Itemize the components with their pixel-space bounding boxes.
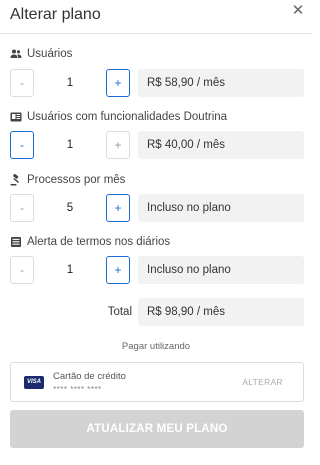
total-value: R$ 98,90 / mês [138, 298, 304, 326]
users-section-label: Usuários [10, 48, 72, 60]
visa-icon: VISA [24, 376, 44, 389]
total-label: Total [107, 306, 132, 318]
users-minus-button[interactable]: - [10, 69, 34, 97]
card-name: Cartão de crédito [53, 371, 126, 382]
alerta-plus-button[interactable]: + [106, 256, 130, 284]
modal-header: Alterar plano ✕ [0, 0, 312, 34]
modal-title: Alterar plano [10, 6, 101, 23]
book-icon [10, 112, 22, 122]
alerta-minus-button[interactable]: - [10, 256, 34, 284]
users-plus-button[interactable]: + [106, 69, 130, 97]
users-price: R$ 58,90 / mês [138, 69, 304, 97]
alerta-label-text: Alerta de termos nos diários [27, 236, 171, 248]
processos-quantity[interactable]: 5 [34, 194, 106, 222]
newspaper-icon [11, 237, 21, 247]
doutrina-quantity-row: - 1 + R$ 40,00 / mês [10, 131, 304, 159]
doutrina-minus-button[interactable]: - [10, 131, 34, 159]
card-number: **** **** **** [53, 384, 102, 394]
processos-section-label: Processos por mês [10, 174, 125, 186]
doutrina-price: R$ 40,00 / mês [138, 131, 304, 159]
update-plan-button[interactable]: ATUALIZAR MEU PLANO [10, 410, 304, 448]
alerta-quantity-row: - 1 + Incluso no plano [10, 256, 304, 284]
close-icon[interactable]: ✕ [290, 3, 306, 19]
processos-plus-button[interactable]: + [106, 194, 130, 222]
processos-minus-button[interactable]: - [10, 194, 34, 222]
doutrina-quantity[interactable]: 1 [34, 131, 106, 159]
alerta-price: Incluso no plano [138, 256, 304, 284]
users-quantity-row: - 1 + R$ 58,90 / mês [10, 69, 304, 97]
alerta-quantity[interactable]: 1 [34, 256, 106, 284]
processos-label-text: Processos por mês [27, 174, 126, 186]
users-label-text: Usuários [27, 48, 73, 60]
doutrina-plus-button[interactable]: + [106, 131, 130, 159]
processos-quantity-row: - 5 + Incluso no plano [10, 194, 304, 222]
change-payment-button[interactable]: ALTERAR [242, 377, 283, 387]
payment-card: VISA Cartão de crédito **** **** **** AL… [10, 362, 304, 402]
processos-price: Incluso no plano [138, 194, 304, 222]
users-icon [10, 49, 22, 58]
doutrina-section-label: Usuários com funcionalidades Doutrina [10, 111, 227, 123]
users-quantity[interactable]: 1 [34, 69, 106, 97]
payment-caption: Pagar utilizando [121, 341, 191, 352]
gavel-icon [10, 174, 19, 186]
doutrina-label-text: Usuários com funcionalidades Doutrina [27, 111, 228, 123]
alerta-section-label: Alerta de termos nos diários [10, 236, 170, 248]
